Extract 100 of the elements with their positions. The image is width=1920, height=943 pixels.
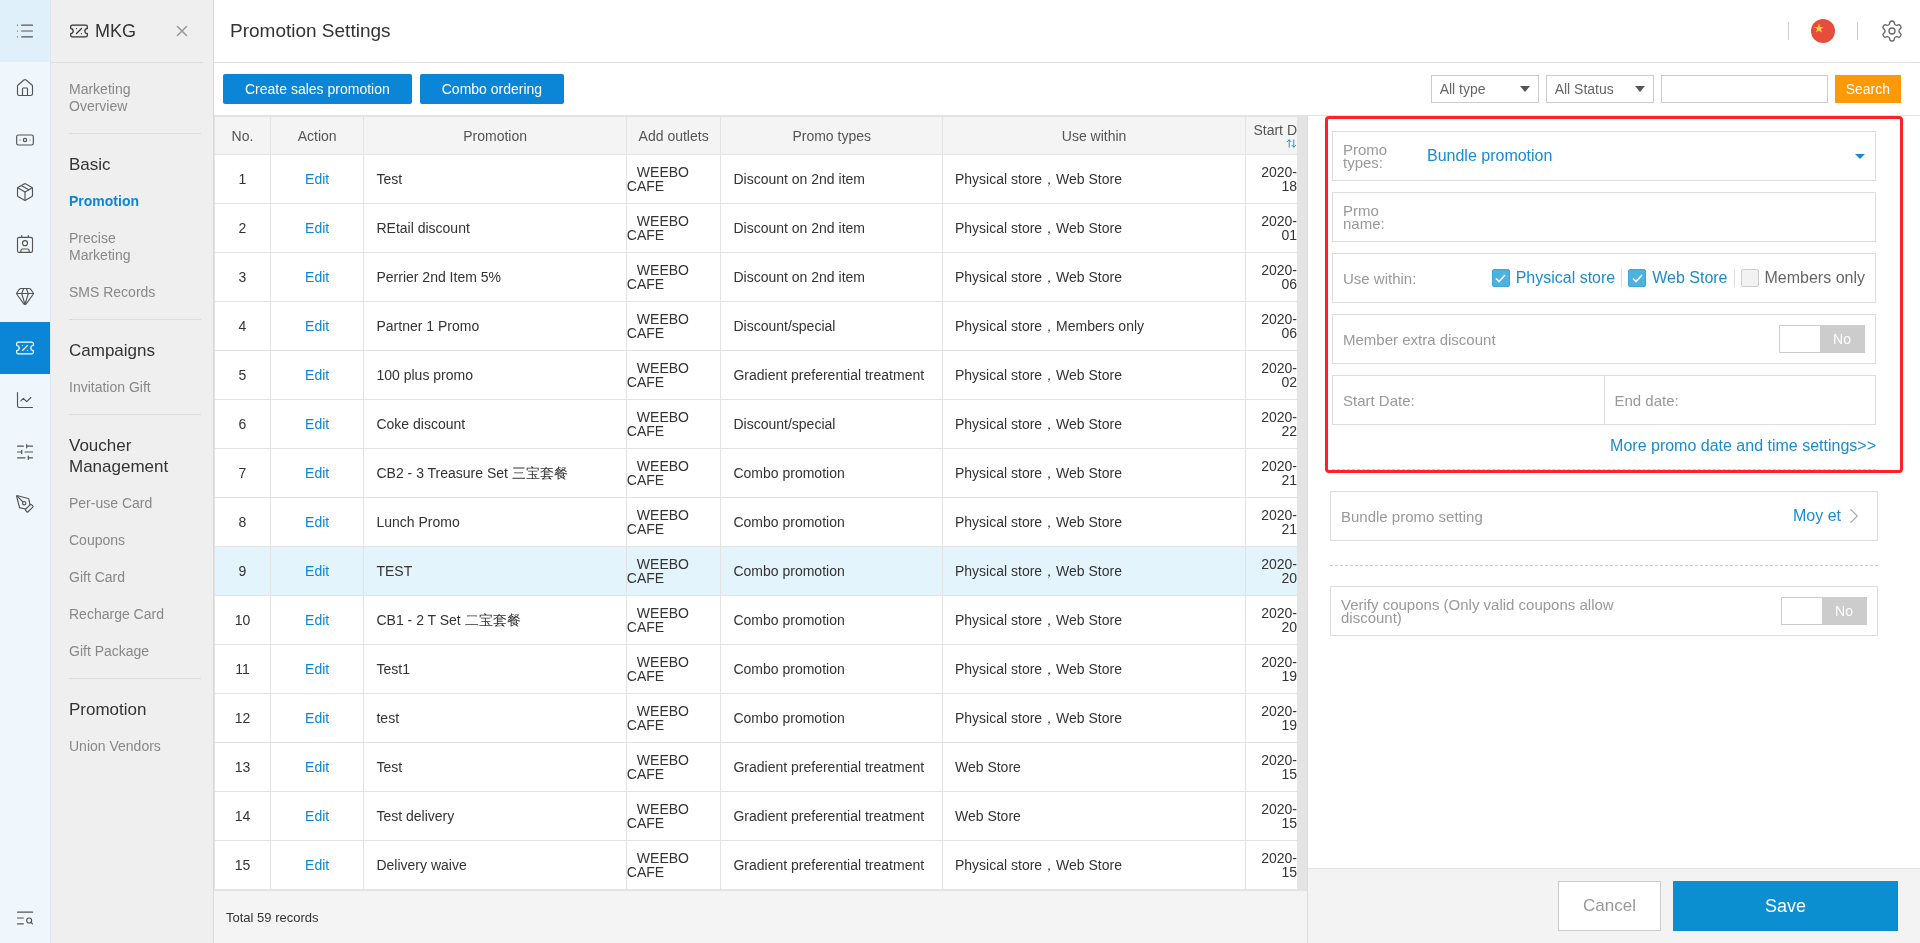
edit-link[interactable]: Edit — [305, 661, 330, 677]
scrollbar[interactable] — [1297, 116, 1307, 890]
sidebar-item[interactable]: Recharge Card — [69, 596, 174, 633]
chart-icon — [15, 390, 35, 410]
checkbox-option[interactable]: Members only — [1734, 269, 1865, 287]
bundle-setting-row[interactable]: Bundle promo setting Moy et — [1330, 491, 1878, 541]
end-date-field[interactable]: End date: — [1604, 375, 1876, 425]
sidebar-heading: Basic — [69, 154, 112, 176]
table-cell: Coke discount — [363, 399, 627, 449]
sidebar-item[interactable]: Marketing Overview — [69, 71, 174, 125]
edit-link[interactable]: Edit — [305, 367, 330, 383]
sidebar-item[interactable]: Union Vendors — [69, 728, 174, 765]
table-cell-text: WEEBO CAFE — [627, 753, 690, 781]
sidebar-title: MKG — [95, 20, 136, 42]
table-cell-text: WEEBO CAFE — [627, 214, 690, 242]
sliders-icon — [15, 442, 35, 462]
sidebar-heading: Voucher Management — [69, 435, 170, 478]
caret-icon — [1519, 86, 1530, 92]
sidebar-item[interactable]: Per-use Card — [69, 485, 174, 522]
edit-link[interactable]: Edit — [305, 416, 330, 432]
table-cell-text: WEEBO CAFE — [627, 165, 690, 193]
action-button[interactable]: Create sales promotion — [223, 74, 412, 104]
field-label: Use within: — [1343, 269, 1417, 287]
table-cell: Discount on 2nd item — [720, 252, 943, 302]
cancel-button[interactable]: Cancel — [1558, 881, 1661, 931]
record-count: Total 59 records — [226, 909, 319, 925]
sidebar-item[interactable]: Promotion — [69, 183, 174, 220]
table-cell: 7 — [214, 448, 271, 498]
flag-icon[interactable] — [1811, 19, 1835, 43]
promo-name-field[interactable]: Prmo name: — [1332, 192, 1876, 242]
table-cell-text: WEEBO CAFE — [627, 802, 690, 830]
table-cell: Test delivery — [363, 791, 627, 841]
edit-link[interactable]: Edit — [305, 563, 330, 579]
table-cell: 13 — [214, 742, 271, 792]
sidebar-item[interactable]: Gift Card — [69, 559, 174, 596]
table-cell: Physical store，Web Store — [942, 203, 1246, 253]
status-dropdown[interactable]: All Status — [1545, 75, 1654, 103]
table-cell-text: WEEBO CAFE — [627, 704, 690, 732]
table-cell-text: 2020- 21 — [1260, 459, 1297, 487]
table-cell: Discount/special — [720, 301, 943, 351]
table-cell: Combo promotion — [720, 595, 943, 645]
gem-icon — [15, 286, 35, 306]
edit-link[interactable]: Edit — [305, 857, 330, 873]
bundle-value: Moy et — [1793, 507, 1841, 525]
checkbox-option[interactable]: Physical store — [1485, 269, 1623, 287]
save-button[interactable]: Save — [1673, 881, 1898, 931]
checkbox-option[interactable]: Web Store — [1622, 269, 1735, 287]
table-cell-text: WEEBO CAFE — [627, 263, 690, 291]
promo-type-dropdown[interactable]: Bundle promotion — [1427, 147, 1865, 165]
search-field[interactable] — [1660, 75, 1828, 103]
table-cell: Gradient preferential treatment — [720, 840, 943, 890]
edit-link[interactable]: Edit — [305, 612, 330, 628]
table-cell: Web Store — [942, 791, 1246, 841]
table-cell-text: 2020- 02 — [1260, 361, 1297, 389]
table-cell: REtail discount — [363, 203, 627, 253]
table-cell: 15 — [214, 840, 271, 890]
type-dropdown[interactable]: All type — [1430, 75, 1539, 103]
edit-link[interactable]: Edit — [305, 171, 330, 187]
checkbox[interactable] — [1491, 269, 1510, 287]
edit-link[interactable]: Edit — [305, 220, 330, 236]
table-cell: Physical store，Web Store — [942, 693, 1246, 743]
start-date-field[interactable]: Start Date: — [1332, 375, 1605, 425]
edit-link[interactable]: Edit — [305, 269, 330, 285]
edit-link[interactable]: Edit — [305, 465, 330, 481]
sidebar-item[interactable]: Gift Package — [69, 633, 174, 670]
sort-icon[interactable] — [1286, 138, 1297, 149]
checkbox[interactable] — [1628, 269, 1647, 287]
caret-icon — [1634, 86, 1645, 92]
table-cell: Combo promotion — [720, 497, 943, 547]
table-cell: Physical store，Web Store — [942, 350, 1246, 400]
sidebar-item[interactable]: Coupons — [69, 522, 174, 559]
table-cell: Physical store，Web Store — [942, 840, 1246, 890]
table-cell: CB1 - 2 T Set 二宝套餐 — [363, 595, 627, 645]
table-cell: 1 — [214, 154, 271, 204]
edit-link[interactable]: Edit — [305, 808, 330, 824]
sidebar-item[interactable]: SMS Records — [69, 274, 174, 311]
table-cell-text: 2020- 15 — [1260, 802, 1297, 830]
table-cell: TEST — [363, 546, 627, 596]
edit-link[interactable]: Edit — [305, 710, 330, 726]
sidebar-item[interactable]: Precise Marketing — [69, 220, 174, 274]
table-cell-text: WEEBO CAFE — [627, 459, 690, 487]
table-cell: 6 — [214, 399, 271, 449]
search-button[interactable]: Search — [1834, 75, 1901, 103]
settings-icon[interactable] — [1880, 19, 1904, 43]
more-settings-link[interactable]: More promo date and time settings>> — [1610, 437, 1876, 455]
table-cell-text: WEEBO CAFE — [627, 557, 690, 585]
table-cell: Physical store，Web Store — [942, 252, 1246, 302]
table-cell: Physical store，Web Store — [942, 399, 1246, 449]
edit-link[interactable]: Edit — [305, 318, 330, 334]
action-button[interactable]: Combo ordering — [419, 74, 565, 104]
table-cell: 4 — [214, 301, 271, 351]
edit-link[interactable]: Edit — [305, 514, 330, 530]
table-cell: Physical store，Web Store — [942, 595, 1246, 645]
sidebar-item[interactable]: Invitation Gift — [69, 369, 174, 406]
table-cell: 5 — [214, 350, 271, 400]
page-title: Promotion Settings — [230, 20, 391, 42]
checkbox[interactable] — [1740, 269, 1759, 287]
edit-link[interactable]: Edit — [305, 759, 330, 775]
table-cell: CB2 - 3 Treasure Set 三宝套餐 — [363, 448, 627, 498]
table-cell: Discount on 2nd item — [720, 203, 943, 253]
